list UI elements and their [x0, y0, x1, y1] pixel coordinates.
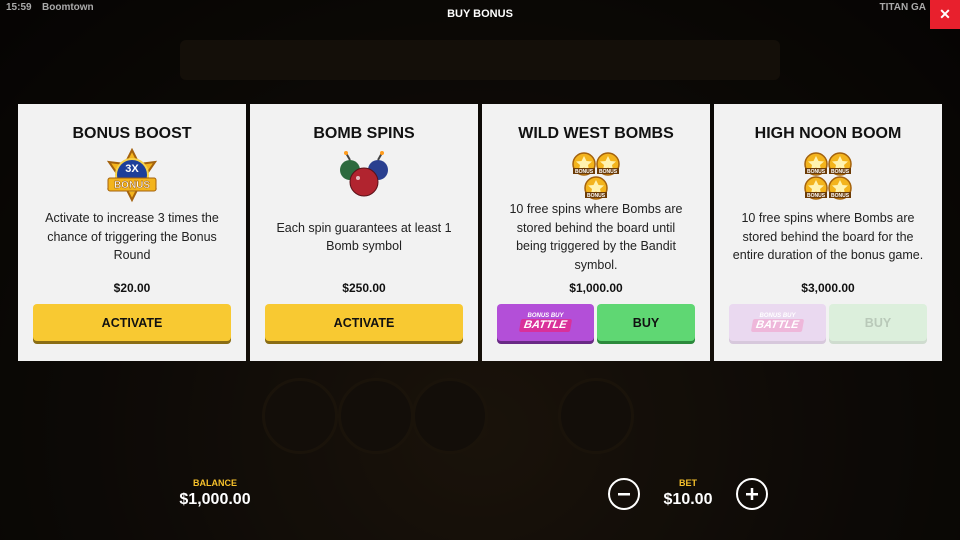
- battle-big-text: BATTLE: [751, 319, 804, 332]
- star-label: BONUS: [831, 193, 850, 199]
- card-price: $250.00: [342, 281, 386, 295]
- star-label: BONUS: [599, 169, 618, 175]
- card-description: Each spin guarantees at least 1 Bomb sym…: [276, 220, 452, 254]
- star-label: BONUS: [807, 193, 826, 199]
- card-price: $20.00: [113, 281, 151, 295]
- card-description: Activate to increase 3 times the chance …: [45, 211, 219, 263]
- 3x-bonus-badge-icon: 3X BONUS: [18, 147, 246, 204]
- star-label: BONUS: [587, 193, 606, 199]
- bonus-card-bomb-spins: BOMB SPINS Each spin guarantees at least…: [250, 104, 478, 361]
- minus-icon: [618, 493, 630, 496]
- badge-bottom-text: BONUS: [114, 180, 150, 191]
- star-label: BONUS: [575, 169, 594, 175]
- buy-button[interactable]: BUY: [829, 304, 927, 341]
- provider-name: TITAN GA: [879, 2, 926, 13]
- bonus-buy-battle-button[interactable]: BONUS BUY BATTLE: [497, 304, 594, 341]
- increase-bet-button[interactable]: [736, 478, 768, 510]
- badge-top-text: 3X: [125, 163, 139, 175]
- card-price: $1,000.00: [569, 281, 623, 295]
- plus-icon: [746, 488, 758, 500]
- bonus-buy-battle-logo: BONUS BUY BATTLE: [519, 313, 572, 332]
- close-icon: ✕: [939, 6, 951, 22]
- activate-button[interactable]: ACTIVATE: [265, 304, 463, 341]
- bonus-card-bonus-boost: BONUS BOOST 3X BONUS Activate to increas…: [18, 104, 246, 361]
- three-bonus-stars-icon: BONUS BONUS BONUS: [482, 148, 710, 204]
- bonus-card-high-noon-boom: HIGH NOON BOOM BONUS BONUS BONUS BONUS 1…: [714, 104, 942, 361]
- top-bar: 15:59 Boomtown BUY BONUS TITAN GA ✕: [0, 0, 960, 30]
- bonus-card-wild-west-bombs: WILD WEST BOMBS BONUS BONUS BONUS 10 fre…: [482, 104, 710, 361]
- card-title: WILD WEST BOMBS: [518, 125, 674, 142]
- bet-value: $10.00: [663, 491, 713, 508]
- balance-value: $1,000.00: [179, 491, 251, 508]
- card-title: HIGH NOON BOOM: [754, 125, 902, 142]
- bombs-icon: [250, 148, 478, 204]
- card-title: BONUS BOOST: [72, 125, 192, 142]
- card-price: $3,000.00: [801, 281, 855, 295]
- bonus-buy-battle-button[interactable]: BONUS BUY BATTLE: [729, 304, 826, 341]
- bonus-buy-battle-logo: BONUS BUY BATTLE: [751, 313, 804, 332]
- card-description: 10 free spins where Bombs are stored beh…: [732, 211, 924, 263]
- decrease-bet-button[interactable]: [608, 478, 640, 510]
- card-title: BOMB SPINS: [313, 125, 415, 142]
- dialog-title: BUY BONUS: [447, 8, 513, 20]
- star-label: BONUS: [807, 169, 826, 175]
- battle-big-text: BATTLE: [519, 319, 572, 332]
- activate-button[interactable]: ACTIVATE: [33, 304, 231, 341]
- star-label: BONUS: [831, 169, 850, 175]
- bet-label: BET: [679, 478, 697, 488]
- balance-label: BALANCE: [193, 478, 237, 488]
- four-bonus-stars-icon: BONUS BONUS BONUS BONUS: [714, 148, 942, 204]
- buy-button[interactable]: BUY: [597, 304, 695, 341]
- card-description: 10 free spins where Bombs are stored beh…: [509, 202, 683, 272]
- close-button[interactable]: ✕: [930, 0, 960, 29]
